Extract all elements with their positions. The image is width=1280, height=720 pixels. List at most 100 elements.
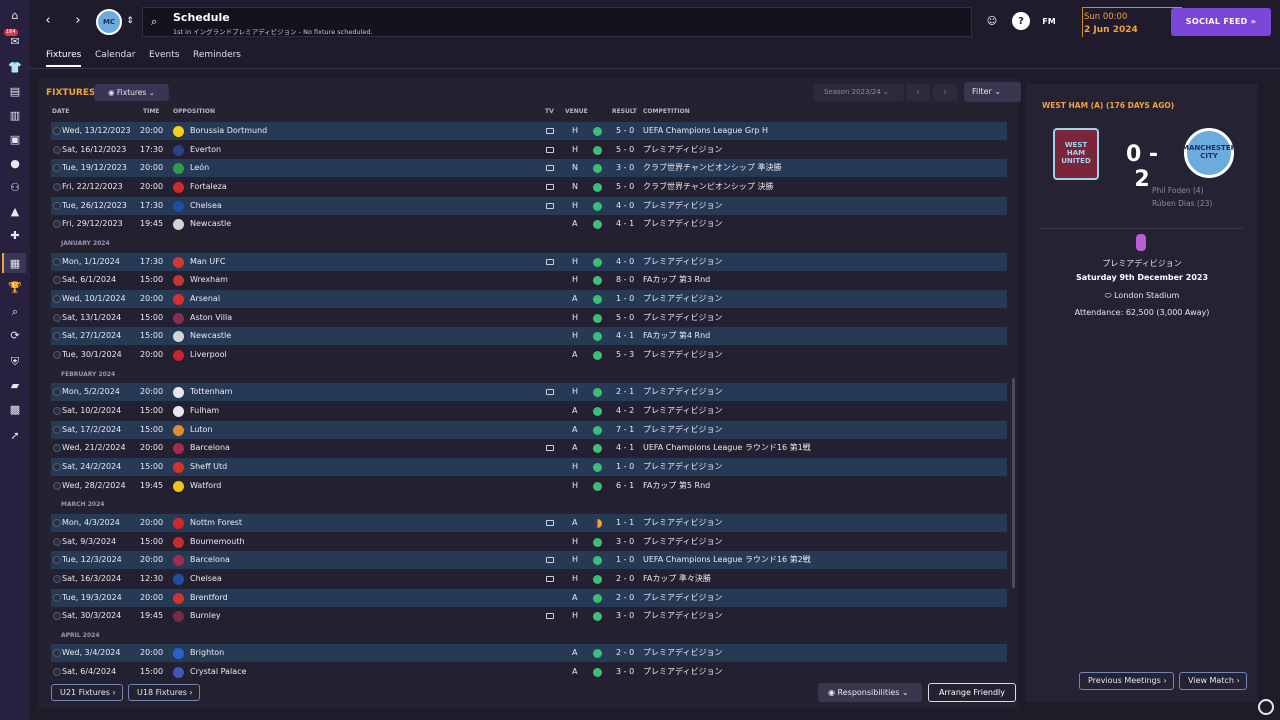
row-select-checkbox[interactable] xyxy=(53,556,61,565)
fixture-row[interactable]: Sat, 13/1/2024 15:00 Aston Villa H 5 - 0 プレミア… xyxy=(51,308,1007,327)
row-select-checkbox[interactable] xyxy=(53,145,61,154)
page-title-bar[interactable]: ⌕ Schedule 1st in イングランドプレミアディビジョン - No … xyxy=(142,7,972,37)
fixture-competition[interactable]: プレミアディビジョン xyxy=(643,290,722,308)
fixture-competition[interactable]: プレミアディビジョン xyxy=(643,253,722,271)
fixture-row[interactable]: Sat, 27/1/2024 15:00 Newcastle H 4 - 1 FAカップ … xyxy=(51,327,1007,346)
tab-reminders[interactable]: Reminders xyxy=(193,47,241,67)
fixture-row[interactable]: Tue, 12/3/2024 20:00 Barcelona H 1 - 0 UEFA C… xyxy=(51,551,1007,570)
scrollbar[interactable] xyxy=(1012,378,1015,588)
fixture-result[interactable]: 1 - 0 xyxy=(616,551,634,569)
manager-face-icon[interactable]: ☺ xyxy=(983,12,1001,30)
tab-fixtures[interactable]: Fixtures xyxy=(46,47,82,67)
fixture-result[interactable]: 3 - 0 xyxy=(616,607,634,625)
fixture-competition[interactable]: UEFA Champions League ラウンド16 第2戦 xyxy=(643,551,811,569)
fixture-competition[interactable]: FAカップ 準々決勝 xyxy=(643,570,711,588)
u21-fixtures-button[interactable]: U21 Fixtures › xyxy=(51,684,123,701)
forward-button[interactable]: › xyxy=(70,12,86,30)
back-button[interactable]: ‹ xyxy=(40,12,56,30)
prev-season-button[interactable]: ‹ xyxy=(906,84,930,101)
fixture-competition[interactable]: プレミアディビジョン xyxy=(643,402,722,420)
row-select-checkbox[interactable] xyxy=(53,612,61,621)
tactics-icon[interactable]: ▤ xyxy=(6,82,24,100)
fixture-row[interactable]: Wed, 21/2/2024 20:00 Barcelona A 4 - 1 UEFA C… xyxy=(51,439,1007,458)
season-select[interactable]: Season 2023/24 ⌄ xyxy=(814,84,904,101)
row-select-checkbox[interactable] xyxy=(53,350,61,359)
fixture-result[interactable]: 1 - 0 xyxy=(616,458,634,476)
data-hub-icon[interactable]: ▥ xyxy=(6,106,24,124)
tab-calendar[interactable]: Calendar xyxy=(95,47,135,67)
fixture-row[interactable]: Mon, 4/3/2024 20:00 Nottm Forest A 1 - 1 プレミア… xyxy=(51,513,1007,532)
opponent-name[interactable]: Aston Villa xyxy=(190,309,232,327)
fixture-row[interactable]: Sat, 24/2/2024 15:00 Sheff Utd H 1 - 0 プレミアディ… xyxy=(51,457,1007,476)
fixture-competition[interactable]: プレミアディビジョン xyxy=(643,533,722,551)
col-time[interactable]: TIME xyxy=(143,108,159,115)
opponent-name[interactable]: Nottm Forest xyxy=(190,514,242,532)
fixture-result[interactable]: 1 - 1 xyxy=(616,514,634,532)
fixture-row[interactable]: Sat, 30/3/2024 19:45 Burnley H 3 - 0 プレミアディビジ… xyxy=(51,607,1007,626)
fixture-result[interactable]: 2 - 0 xyxy=(616,570,634,588)
fixture-competition[interactable]: FAカップ 第5 Rnd xyxy=(643,477,710,495)
fixture-result[interactable]: 5 - 3 xyxy=(616,346,634,364)
staff-icon[interactable]: ● xyxy=(6,154,24,172)
fixture-competition[interactable]: クラブ世界チャンピオンシップ 準決勝 xyxy=(643,159,781,177)
row-select-checkbox[interactable] xyxy=(53,182,61,191)
fixture-row[interactable]: Sat, 6/4/2024 15:00 Crystal Palace A 3 - 0 プレ… xyxy=(51,663,1007,678)
arrange-friendly-button[interactable]: Arrange Friendly xyxy=(928,683,1016,702)
competitions-icon[interactable]: 🏆 xyxy=(6,278,24,296)
dynamics-icon[interactable]: ▣ xyxy=(6,130,24,148)
fixture-row[interactable]: Tue, 26/12/2023 17:30 Chelsea H 4 - 0 プレミアディビ… xyxy=(51,196,1007,215)
fixture-result[interactable]: 8 - 0 xyxy=(616,271,634,289)
opponent-name[interactable]: Barcelona xyxy=(190,439,230,457)
squad-icon[interactable]: 👕 xyxy=(6,58,24,76)
fixture-row[interactable]: Fri, 22/12/2023 20:00 Fortaleza N 5 - 0 クラブ世界… xyxy=(51,177,1007,196)
row-select-checkbox[interactable] xyxy=(53,406,61,415)
view-dropdown[interactable]: ◉ Fixtures ⌄ xyxy=(94,84,169,101)
scouting-icon[interactable]: ⌕ xyxy=(6,302,24,320)
row-select-checkbox[interactable] xyxy=(53,574,61,583)
fixture-result[interactable]: 4 - 1 xyxy=(616,327,634,345)
row-select-checkbox[interactable] xyxy=(53,537,61,546)
opponent-name[interactable]: Barcelona xyxy=(190,551,230,569)
opponent-name[interactable]: Fulham xyxy=(190,402,219,420)
row-select-checkbox[interactable] xyxy=(53,668,61,677)
fixture-competition[interactable]: FAカップ 第4 Rnd xyxy=(643,327,710,345)
fixture-result[interactable]: 4 - 2 xyxy=(616,402,634,420)
transfers-icon[interactable]: ⟳ xyxy=(6,326,24,344)
col-venue[interactable]: VENUE xyxy=(565,108,588,115)
col-opposition[interactable]: OPPOSITION xyxy=(173,108,215,115)
row-select-checkbox[interactable] xyxy=(53,593,61,602)
fixture-row[interactable]: Fri, 29/12/2023 19:45 Newcastle A 4 - 1 プレミアデ… xyxy=(51,215,1007,234)
fixture-competition[interactable]: プレミアディビジョン xyxy=(643,309,722,327)
fixture-result[interactable]: 7 - 1 xyxy=(616,421,634,439)
previous-meetings-button[interactable]: Previous Meetings › xyxy=(1079,672,1174,690)
row-select-checkbox[interactable] xyxy=(53,444,61,453)
development-icon[interactable]: ▲ xyxy=(6,202,24,220)
fixture-row[interactable]: Tue, 30/1/2024 20:00 Liverpool A 5 - 3 プレミアディ… xyxy=(51,345,1007,364)
fixture-competition[interactable]: プレミアディビジョン xyxy=(643,141,722,159)
search-icon[interactable]: ⌕ xyxy=(151,15,157,29)
fixture-result[interactable]: 3 - 0 xyxy=(616,663,634,678)
opponent-name[interactable]: Chelsea xyxy=(190,570,222,588)
fixture-row[interactable]: Mon, 1/1/2024 17:30 Man UFC H 4 - 0 プレミアディビジョ… xyxy=(51,252,1007,271)
row-select-checkbox[interactable] xyxy=(53,276,61,285)
col-date[interactable]: DATE xyxy=(52,108,69,115)
continue-date[interactable]: Sun 00:00 2 Jun 2024 xyxy=(1082,7,1182,37)
row-select-checkbox[interactable] xyxy=(53,481,61,490)
row-select-checkbox[interactable] xyxy=(53,220,61,229)
training-icon[interactable]: ⚇ xyxy=(6,178,24,196)
fixture-result[interactable]: 5 - 0 xyxy=(616,178,634,196)
fixture-competition[interactable]: プレミアディビジョン xyxy=(643,589,722,607)
fixture-competition[interactable]: プレミアディビジョン xyxy=(643,644,722,662)
opponent-name[interactable]: Borussia Dortmund xyxy=(190,122,267,140)
row-select-checkbox[interactable] xyxy=(53,462,61,471)
social-feed-button[interactable]: SOCIAL FEED » xyxy=(1171,8,1271,36)
opponent-name[interactable]: Brighton xyxy=(190,644,224,662)
schedule-icon[interactable]: ▦ xyxy=(2,253,26,273)
opponent-name[interactable]: Wrexham xyxy=(190,271,228,289)
row-select-checkbox[interactable] xyxy=(53,257,61,266)
finances-icon[interactable]: ▰ xyxy=(6,376,24,394)
row-select-checkbox[interactable] xyxy=(53,127,61,135)
fixture-result[interactable]: 3 - 0 xyxy=(616,533,634,551)
collapse-icon[interactable]: ➚ xyxy=(6,426,24,444)
row-select-checkbox[interactable] xyxy=(53,388,61,397)
